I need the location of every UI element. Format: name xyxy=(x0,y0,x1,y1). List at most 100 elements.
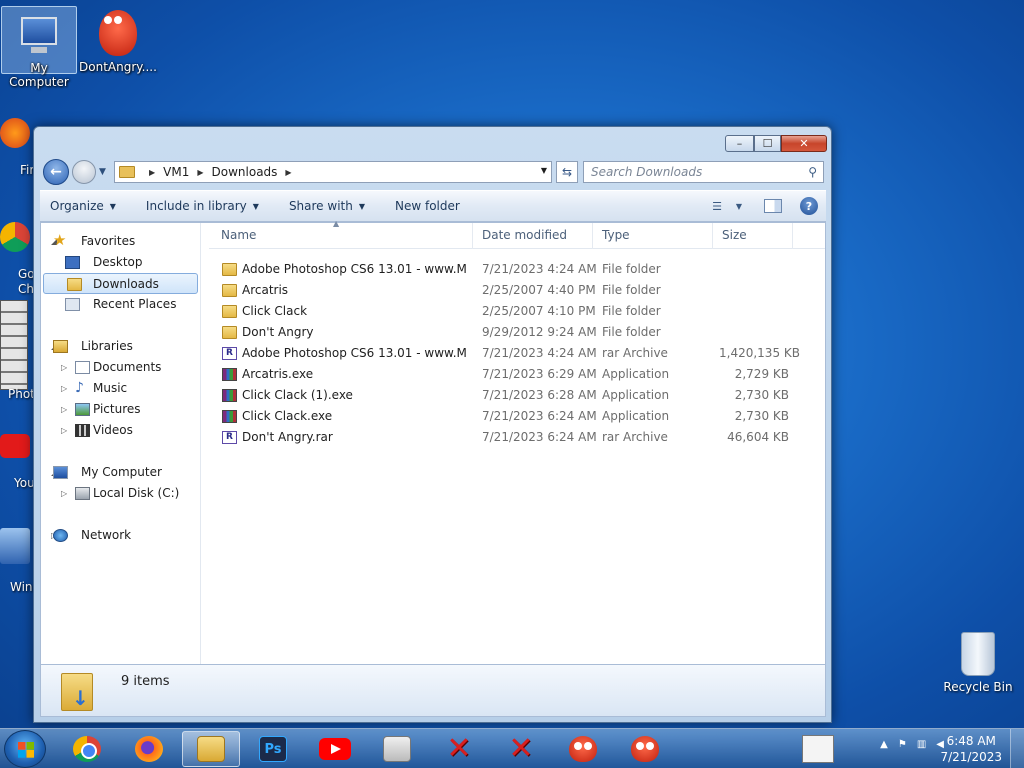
file-type: Application xyxy=(602,409,670,423)
taskbar-dontangry-1[interactable] xyxy=(554,731,612,767)
column-size[interactable]: Size xyxy=(713,223,793,249)
file-row[interactable]: Click Clack 2/25/2007 4:10 PM File folder xyxy=(209,301,825,322)
file-row[interactable]: Adobe Photoshop CS6 13.01 - www.MyS... 7/… xyxy=(209,343,825,364)
column-name[interactable]: Name xyxy=(212,223,473,249)
recent-pages-dropdown[interactable]: ▼ xyxy=(99,167,106,177)
folder-icon xyxy=(222,284,237,297)
pen-input-icon[interactable] xyxy=(802,735,834,763)
column-date-modified[interactable]: Date modified xyxy=(473,223,593,249)
collapse-triangle-icon[interactable]: ▷ xyxy=(61,483,67,504)
nav-favorites[interactable]: ◢ ★ Favorites xyxy=(41,231,200,252)
nav-local-disk[interactable]: ▷ Local Disk (C:) xyxy=(41,483,200,504)
collapse-triangle-icon[interactable]: ▷ xyxy=(61,378,67,399)
nav-videos[interactable]: ▷ Videos xyxy=(41,420,200,441)
forward-button[interactable] xyxy=(72,160,96,184)
desktop-icon-my-computer[interactable]: My Computer xyxy=(1,6,77,89)
clock[interactable]: 6:48 AM 7/21/2023 xyxy=(940,733,1002,765)
folder-icon xyxy=(222,305,237,318)
view-options-dropdown[interactable]: ▼ xyxy=(728,197,750,215)
chrome-shortcut-icon[interactable] xyxy=(0,222,30,252)
taskbar-firefox[interactable] xyxy=(120,731,178,767)
file-row[interactable]: Adobe Photoshop CS6 13.01 - www.MyS... 7/… xyxy=(209,259,825,280)
file-row[interactable]: Click Clack (1).exe 7/21/2023 6:28 AM Appl… xyxy=(209,385,825,406)
column-type[interactable]: Type xyxy=(593,223,713,249)
nav-libraries[interactable]: ◢ Libraries xyxy=(41,336,200,357)
windows-shortcut-icon[interactable] xyxy=(0,528,30,564)
action-center-icon[interactable]: ⚑ xyxy=(898,739,907,750)
minimize-button[interactable]: – xyxy=(725,135,754,152)
firefox-icon xyxy=(135,736,163,762)
help-icon[interactable]: ? xyxy=(800,197,818,215)
explorer-window: – ☐ ✕ ← ▼ ▶ VM1 ▶ Downloads ▶ ▼ ⇆ Search… xyxy=(33,126,832,723)
keyboard-shortcut-icon[interactable] xyxy=(0,300,28,390)
address-bar[interactable]: ▶ VM1 ▶ Downloads ▶ ▼ xyxy=(114,161,552,183)
maximize-button[interactable]: ☐ xyxy=(754,135,781,152)
include-in-library-button[interactable]: Include in library ▼ xyxy=(146,199,259,213)
taskbar-chrome[interactable] xyxy=(58,731,116,767)
new-folder-button[interactable]: New folder xyxy=(395,199,460,213)
clock-time: 6:48 AM xyxy=(946,734,996,748)
folder-icon xyxy=(222,263,237,276)
address-dropdown-icon[interactable]: ▼ xyxy=(541,166,547,175)
nav-documents[interactable]: ▷ Documents xyxy=(41,357,200,378)
taskbar-app[interactable] xyxy=(368,731,426,767)
search-input[interactable]: Search Downloads ⚲ xyxy=(583,161,824,183)
file-row[interactable]: Click Clack.exe 7/21/2023 6:24 AM Applicat… xyxy=(209,406,825,427)
nav-my-computer-label: My Computer xyxy=(81,465,162,479)
nav-my-computer[interactable]: ◢ My Computer xyxy=(41,462,200,483)
nav-music[interactable]: ▷ ♪ Music xyxy=(41,378,200,399)
collapse-triangle-icon[interactable]: ▷ xyxy=(61,420,67,441)
view-list-icon[interactable]: ☰ xyxy=(706,197,728,215)
file-row[interactable]: Arcatris 2/25/2007 4:40 PM File folder xyxy=(209,280,825,301)
edge-label-photoshop: Phot xyxy=(8,387,35,401)
taskbar-youtube[interactable] xyxy=(306,731,364,767)
chevron-right-icon[interactable]: ▶ xyxy=(197,168,203,177)
preview-pane-icon[interactable] xyxy=(764,199,782,213)
taskbar-photoshop[interactable]: Ps xyxy=(244,731,302,767)
breadcrumb-downloads[interactable]: Downloads xyxy=(212,165,278,179)
new-folder-label: New folder xyxy=(395,199,460,213)
file-size: 1,420,135 KB xyxy=(719,346,800,360)
taskbar-dontangry-2[interactable] xyxy=(616,731,674,767)
nav-desktop[interactable]: Desktop xyxy=(41,252,200,273)
dontangry-icon xyxy=(93,10,141,58)
share-with-button[interactable]: Share with ▼ xyxy=(289,199,365,213)
x-icon: ✕ xyxy=(446,731,472,766)
navigation-pane: ◢ ★ Favorites Desktop Downloads Recent P… xyxy=(41,223,201,664)
organize-button[interactable]: Organize ▼ xyxy=(50,199,116,213)
nav-network[interactable]: ▷ Network xyxy=(41,525,200,546)
close-button[interactable]: ✕ xyxy=(781,135,827,152)
desktop-icon-recycle-bin[interactable]: Recycle Bin xyxy=(940,630,1016,694)
application-icon xyxy=(222,410,237,423)
chevron-right-icon[interactable]: ▶ xyxy=(149,168,155,177)
search-icon[interactable]: ⚲ xyxy=(808,165,817,179)
network-icon[interactable]: ▥ xyxy=(917,739,926,750)
dontangry-icon xyxy=(569,736,597,762)
desktop-icon-dontangry[interactable]: DontAngry.... xyxy=(79,6,157,74)
chevron-right-icon[interactable]: ▶ xyxy=(285,168,291,177)
file-row[interactable]: Arcatris.exe 7/21/2023 6:29 AM Application… xyxy=(209,364,825,385)
taskbar-explorer[interactable] xyxy=(182,731,240,767)
file-row[interactable]: Don't Angry.rar 7/21/2023 6:24 AM rar Arch… xyxy=(209,427,825,448)
breadcrumb-vm1[interactable]: VM1 xyxy=(163,165,189,179)
show-hidden-icons-icon[interactable]: ▲ xyxy=(880,739,888,750)
collapse-triangle-icon[interactable]: ▷ xyxy=(61,357,67,378)
nav-recent-places[interactable]: Recent Places xyxy=(41,294,200,315)
file-name: Don't Angry.rar xyxy=(242,430,333,444)
taskbar-arcatris[interactable]: ✕ xyxy=(430,731,488,767)
file-size: 2,730 KB xyxy=(734,409,789,423)
refresh-button[interactable]: ⇆ xyxy=(556,161,578,183)
back-button[interactable]: ← xyxy=(43,159,69,185)
show-desktop-button[interactable] xyxy=(1010,729,1024,768)
file-row[interactable]: Don't Angry 9/29/2012 9:24 AM File folder xyxy=(209,322,825,343)
nav-downloads[interactable]: Downloads xyxy=(43,273,198,294)
youtube-shortcut-icon[interactable] xyxy=(0,434,30,458)
collapse-triangle-icon[interactable]: ▷ xyxy=(61,399,67,420)
start-button[interactable] xyxy=(4,730,46,768)
taskbar-clickclack[interactable]: ✕ xyxy=(492,731,550,767)
firefox-shortcut-icon[interactable] xyxy=(0,118,30,148)
chrome-icon xyxy=(73,736,101,762)
documents-icon xyxy=(75,361,90,374)
nav-favorites-label: Favorites xyxy=(81,234,136,248)
nav-pictures[interactable]: ▷ Pictures xyxy=(41,399,200,420)
